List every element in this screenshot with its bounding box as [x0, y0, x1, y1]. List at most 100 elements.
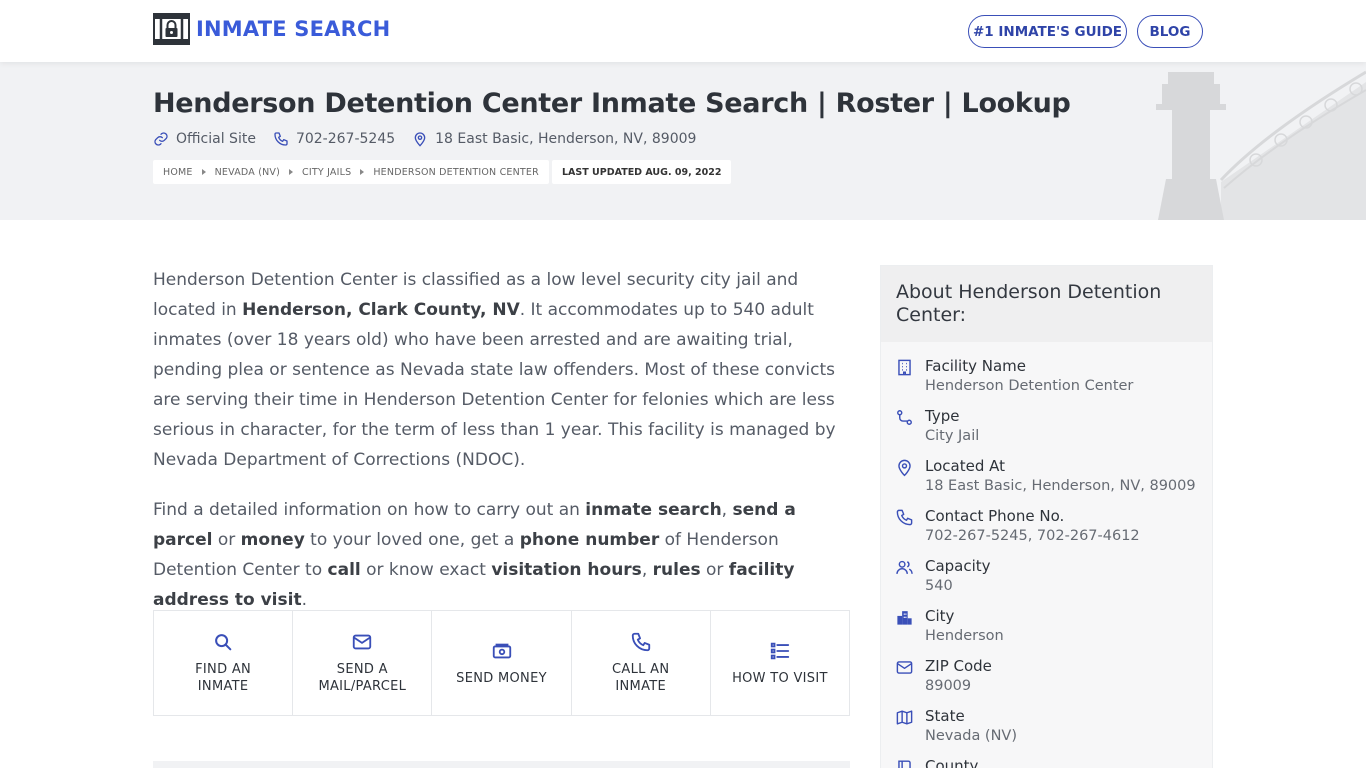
breadcrumb-home[interactable]: HOME: [163, 167, 193, 178]
facility-meta-row: Official Site 702-267-5245 18 East Basic…: [153, 131, 713, 147]
fact-city: City Henderson: [881, 606, 1212, 656]
intro-text-segment: ,: [721, 500, 733, 520]
send-mail-parcel-button[interactable]: SEND A MAIL/PARCEL: [293, 611, 433, 715]
intro-keyword-bold: call: [327, 560, 361, 580]
intro-text-segment: . It accommodates up to 540 adult inmate…: [153, 300, 836, 470]
intro-keyword-bold: phone number: [519, 530, 660, 550]
logo-text: INMATE SEARCH: [196, 17, 391, 41]
address-item: 18 East Basic, Henderson, NV, 89009: [412, 131, 696, 147]
breadcrumb-separator-icon: [289, 169, 294, 175]
fact-label: State: [925, 707, 965, 725]
phone-icon: [631, 632, 650, 652]
call-inmate-button[interactable]: CALL AN INMATE: [572, 611, 711, 715]
action-label: FIND AN INMATE: [195, 662, 252, 694]
breadcrumb-separator-icon: [201, 169, 206, 175]
send-money-button[interactable]: SEND MONEY: [432, 611, 572, 715]
intro-paragraph-1: Henderson Detention Center is classified…: [153, 265, 853, 475]
intro-location-bold: Henderson, Clark County, NV: [242, 300, 520, 320]
official-site-label: Official Site: [176, 131, 256, 147]
intro-text-segment: Find a detailed information on how to ca…: [153, 500, 586, 520]
fact-value: 89009: [925, 678, 972, 694]
mail-icon: [353, 634, 372, 650]
intro-text-segment: or: [212, 530, 241, 550]
fact-value: 540: [925, 578, 953, 594]
last-updated-badge: LAST UPDATED AUG. 09, 2022: [552, 160, 732, 184]
intro-keyword-bold: inmate search: [585, 500, 722, 520]
prison-tower-illustration: [1156, 70, 1366, 220]
intro-keyword-bold: rules: [652, 560, 701, 580]
nav-blog-button[interactable]: BLOG: [1137, 15, 1203, 48]
fact-zip-code: ZIP Code 89009: [881, 656, 1212, 706]
top-navbar: INMATE SEARCH #1 INMATE'S GUIDE BLOG: [0, 0, 1366, 62]
fact-value: 18 East Basic, Henderson, NV, 89009: [925, 478, 1196, 494]
phone-icon: [274, 132, 288, 146]
map-pin-icon: [414, 132, 426, 147]
fact-value: Henderson Detention Center: [925, 378, 1134, 394]
hero-banner: Henderson Detention Center Inmate Search…: [0, 62, 1366, 220]
facility-facts-list: Facility Name Henderson Detention Center…: [881, 342, 1212, 768]
quick-actions: FIND AN INMATE SEND A MAIL/PARCEL SEND MON…: [153, 610, 850, 716]
action-label: SEND MONEY: [456, 670, 547, 686]
fact-contact-phone: Contact Phone No. 702-267-5245, 702-267-…: [881, 506, 1212, 556]
users-icon: [896, 560, 913, 574]
fact-capacity: Capacity 540: [881, 556, 1212, 606]
intro-text-segment: .: [301, 590, 307, 610]
fact-county: County: [881, 756, 1212, 768]
site-logo[interactable]: INMATE SEARCH: [153, 13, 390, 45]
route-icon: [897, 410, 912, 425]
how-to-visit-button[interactable]: HOW TO VISIT: [711, 611, 849, 715]
intro-keyword-bold: visitation hours: [491, 560, 642, 580]
phone-icon: [896, 509, 913, 526]
fact-facility-name: Facility Name Henderson Detention Center: [881, 356, 1212, 406]
about-facility-sidebar: About Henderson Detention Center: Facili…: [880, 265, 1213, 768]
intro-paragraph-2: Find a detailed information on how to ca…: [153, 495, 853, 615]
fact-label: Contact Phone No.: [925, 507, 1065, 525]
fact-located-at: Located At 18 East Basic, Henderson, NV,…: [881, 456, 1212, 506]
map-icon: [896, 710, 913, 725]
fact-label: Capacity: [925, 557, 991, 575]
intro-text-segment: or: [700, 560, 729, 580]
fact-value: City Jail: [925, 428, 980, 444]
action-label: HOW TO VISIT: [732, 670, 828, 686]
action-label: CALL AN INMATE: [612, 662, 670, 694]
link-icon: [154, 132, 168, 146]
mail-icon: [896, 661, 913, 674]
intro-text-segment: to your loved one, get a: [304, 530, 520, 550]
fact-label: County: [925, 757, 979, 768]
map-pin-icon: [898, 459, 911, 477]
intro-text-segment: or know exact: [360, 560, 492, 580]
money-icon: [492, 643, 511, 658]
jail-lock-icon: [153, 13, 190, 45]
search-icon: [215, 634, 232, 651]
list-icon: [770, 642, 790, 659]
sidebar-title: About Henderson Detention Center:: [881, 266, 1212, 342]
fact-label: City: [925, 607, 955, 625]
fact-value: Nevada (NV): [925, 728, 1018, 744]
breadcrumb-city-jails[interactable]: CITY JAILS: [302, 167, 351, 178]
intro-keyword-bold: money: [240, 530, 305, 550]
find-inmate-button[interactable]: FIND AN INMATE: [154, 611, 294, 715]
nav-inmates-guide-button[interactable]: #1 INMATE'S GUIDE: [968, 15, 1127, 48]
next-section-card: [153, 761, 850, 768]
fact-state: State Nevada (NV): [881, 706, 1212, 756]
fact-label: Type: [925, 407, 960, 425]
action-label: SEND A MAIL/PARCEL: [318, 662, 407, 694]
official-site-link[interactable]: Official Site: [153, 131, 256, 147]
fact-type: Type City Jail: [881, 406, 1212, 456]
fact-label: ZIP Code: [925, 657, 992, 675]
city-icon: [897, 611, 912, 625]
breadcrumb-nevada[interactable]: NEVADA (NV): [215, 167, 280, 178]
book-icon: [898, 760, 911, 768]
address-text: 18 East Basic, Henderson, NV, 89009: [435, 131, 697, 147]
building-icon: [898, 359, 911, 376]
fact-label: Facility Name: [925, 357, 1026, 375]
phone-number: 702-267-5245: [295, 131, 396, 147]
fact-value[interactable]: 702-267-5245, 702-267-4612: [925, 526, 1212, 546]
breadcrumb: HOME NEVADA (NV) CITY JAILS HENDERSON DE…: [153, 160, 549, 184]
intro-text: Henderson Detention Center is classified…: [153, 265, 853, 635]
breadcrumb-current[interactable]: HENDERSON DETENTION CENTER: [373, 167, 539, 178]
intro-text-segment: ,: [641, 560, 653, 580]
phone-link[interactable]: 702-267-5245: [273, 131, 395, 147]
fact-label: Located At: [925, 457, 1005, 475]
page-title: Henderson Detention Center Inmate Search…: [153, 88, 1071, 119]
